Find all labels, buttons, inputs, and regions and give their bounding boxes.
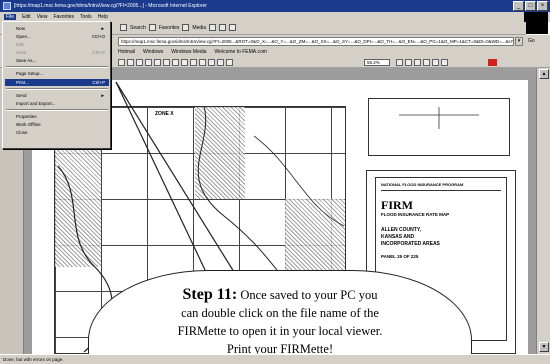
menu-item-open[interactable]: Open... Ctrl+O	[5, 33, 109, 40]
actual-size-icon[interactable]	[405, 59, 412, 66]
menu-item-new[interactable]: New ►	[5, 25, 109, 32]
zoom-in-icon[interactable]	[217, 59, 224, 66]
mail-icon[interactable]	[219, 24, 227, 31]
status-text: Done, but with errors on page.	[3, 357, 64, 362]
search-icon	[120, 24, 127, 31]
instruction-line: FIRMette to open it in your local viewer…	[177, 324, 383, 338]
go-button[interactable]: Go	[528, 38, 535, 44]
menu-separator	[6, 88, 108, 90]
instruction-line: Once saved to your PC you	[240, 288, 378, 302]
scroll-down-arrow-icon[interactable]: ▼	[539, 342, 549, 352]
link-windows[interactable]: Windows	[143, 49, 163, 55]
back-icon[interactable]	[190, 59, 197, 66]
menu-item-save-as[interactable]: Save As...	[5, 57, 109, 64]
windows-logo-icon	[524, 12, 548, 34]
fit-page-icon[interactable]	[414, 59, 421, 66]
minimize-button[interactable]: _	[513, 1, 524, 11]
community-line: KANSAS AND	[381, 234, 415, 240]
firm-title: FIRM	[381, 198, 413, 212]
link-hotmail[interactable]: Hotmail	[118, 49, 135, 55]
first-page-icon[interactable]	[154, 59, 161, 66]
menu-help[interactable]: Help	[98, 14, 108, 20]
close-button[interactable]: ×	[537, 1, 548, 11]
menu-item-close[interactable]: Close	[5, 129, 109, 136]
status-bar: Done, but with errors on page.	[0, 354, 550, 364]
menu-item-work-offline[interactable]: Work Offline	[5, 121, 109, 128]
link-welcome-fema[interactable]: Welcome to FEMA.com	[215, 49, 267, 55]
link-windows-media[interactable]: Windows Media	[171, 49, 206, 55]
next-page-icon[interactable]	[172, 59, 179, 66]
firm-subtitle: FLOOD INSURANCE RATE MAP	[381, 212, 450, 217]
last-page-icon[interactable]	[181, 59, 188, 66]
history-icon[interactable]	[209, 24, 217, 31]
menu-view[interactable]: View	[37, 14, 48, 20]
address-input[interactable]: https://map1.msc.fema.gov/idms/IntraView…	[118, 37, 514, 46]
maximize-button[interactable]: □	[525, 1, 536, 11]
print-icon[interactable]	[127, 59, 134, 66]
community-line: INCORPORATED AREAS	[381, 241, 440, 247]
zoom-level-field[interactable]: 55.2%	[364, 59, 390, 66]
vertical-scrollbar[interactable]: ▲ ▼	[536, 68, 550, 354]
menu-item-save[interactable]: Save Ctrl+S	[5, 49, 109, 56]
north-arrow-icon	[399, 107, 479, 129]
step-heading: Step 11:	[182, 286, 238, 303]
adobe-logo-icon	[488, 59, 497, 66]
favorites-button[interactable]: Favorites	[159, 25, 180, 31]
menu-item-send[interactable]: Send ►	[5, 92, 109, 99]
instruction-text: Step 11: Once saved to your PC you can d…	[100, 286, 460, 358]
email-icon[interactable]	[136, 59, 143, 66]
menu-tools[interactable]: Tools	[80, 14, 92, 20]
menu-file[interactable]: File	[4, 14, 17, 20]
panel-number: PANEL 25 OF 225	[381, 254, 419, 259]
notice-box	[368, 98, 510, 156]
zoom-out-icon[interactable]	[396, 59, 403, 66]
menu-item-import-export[interactable]: Import and Export...	[5, 100, 109, 107]
window-title-bar[interactable]: [https://map1.msc.fema.gov/idms/IntraVie…	[0, 0, 550, 12]
ie-icon	[3, 2, 11, 10]
community-line: ALLEN COUNTY,	[381, 227, 421, 233]
menu-separator	[6, 66, 108, 68]
menu-favorites[interactable]: Favorites	[53, 14, 74, 20]
media-button[interactable]: Media	[192, 25, 206, 31]
save-icon[interactable]	[118, 59, 125, 66]
menu-item-print[interactable]: Print... Ctrl+P	[5, 79, 109, 86]
spell-check-icon[interactable]	[441, 59, 448, 66]
search-icon[interactable]	[145, 59, 152, 66]
previous-page-icon[interactable]	[163, 59, 170, 66]
hand-tool-icon[interactable]	[208, 59, 215, 66]
rotate-icon[interactable]	[432, 59, 439, 66]
window-title: [https://map1.msc.fema.gov/idms/IntraVie…	[14, 3, 207, 9]
menu-item-page-setup[interactable]: Page Setup...	[5, 70, 109, 77]
favorites-icon	[148, 24, 156, 31]
media-icon	[182, 24, 190, 31]
file-menu-dropdown: New ► Open... Ctrl+O Edit Save Ctrl+S Save …	[2, 21, 111, 149]
forward-icon[interactable]	[199, 59, 206, 66]
program-name: NATIONAL FLOOD INSURANCE PROGRAM	[381, 182, 501, 191]
select-text-icon[interactable]	[226, 59, 233, 66]
fit-width-icon[interactable]	[423, 59, 430, 66]
menu-item-edit[interactable]: Edit	[5, 41, 109, 48]
print-icon[interactable]	[229, 24, 237, 31]
menu-separator	[6, 109, 108, 111]
menu-item-properties[interactable]: Properties	[5, 113, 109, 120]
menu-edit[interactable]: Edit	[22, 14, 31, 20]
address-dropdown-button[interactable]: ▾	[515, 37, 523, 46]
scroll-up-arrow-icon[interactable]: ▲	[539, 69, 549, 79]
search-button[interactable]: Search	[130, 25, 146, 31]
instruction-line: can double click on the file name of the	[181, 306, 379, 320]
